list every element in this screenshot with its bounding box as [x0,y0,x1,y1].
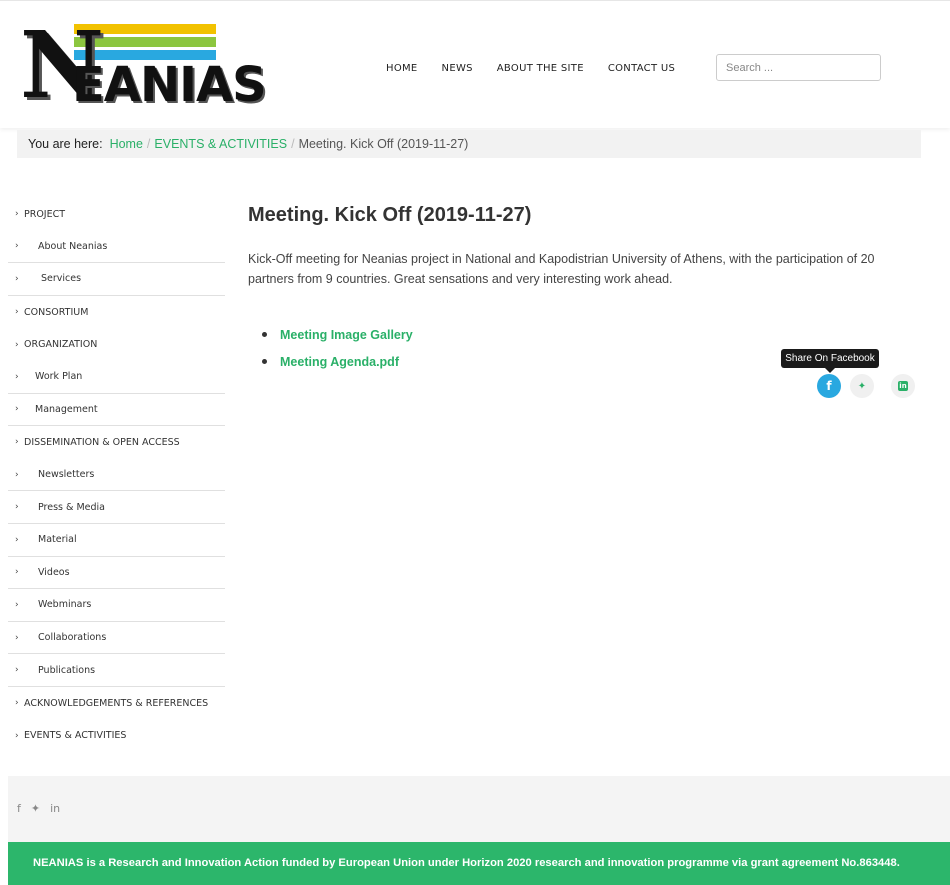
chevron-right-icon: › [15,534,19,545]
nav-news[interactable]: NEWS [442,63,473,74]
chevron-right-icon: › [15,698,19,709]
share-linkedin-button[interactable]: in [891,374,915,398]
chevron-right-icon: › [15,599,19,610]
facebook-icon[interactable]: f [17,802,21,815]
chevron-right-icon: › [15,469,19,480]
sidebar-item-videos[interactable]: › Videos [8,557,225,590]
nav-home[interactable]: HOME [386,63,418,74]
article-description: Kick-Off meeting for Neanias project in … [248,252,875,286]
breadcrumb: You are here: Home / EVENTS & ACTIVITIES / M… [17,130,921,158]
meeting-image-gallery-link[interactable]: Meeting Image Gallery [280,328,413,342]
linkedin-icon[interactable]: in [50,802,60,815]
chevron-right-icon: › [15,730,19,741]
linkedin-icon: in [898,381,908,391]
chevron-right-icon: › [15,502,19,513]
chevron-right-icon: › [15,209,19,220]
twitter-icon[interactable]: ✦ [31,802,40,815]
main-nav: HOME NEWS ABOUT THE SITE CONTACT US [386,63,675,74]
chevron-right-icon: › [15,437,19,448]
list-item: Meeting Image Gallery [262,321,918,348]
breadcrumb-section-link[interactable]: EVENTS & ACTIVITIES [154,137,287,151]
sidebar-menu: › PROJECT › About Neanias › Services › CONSO… [8,198,225,752]
sidebar-item-acknowledgements[interactable]: › ACKNOWLEDGEMENTS & REFERENCES [8,687,225,720]
footer-social-bar: f ✦ in [8,776,950,842]
sidebar-item-press-media[interactable]: › Press & Media [8,491,225,524]
share-twitter-button[interactable]: ✦ [850,374,874,398]
share-tooltip: Share On Facebook [781,349,879,373]
neanias-logo[interactable]: N EANIAS [20,19,267,115]
sidebar-item-services[interactable]: › Services [8,263,225,296]
breadcrumb-current: Meeting. Kick Off (2019-11-27) [298,137,469,151]
logo-wordmark: EANIAS [72,57,267,113]
chevron-right-icon: › [15,273,19,284]
sidebar-item-consortium[interactable]: › CONSORTIUM [8,296,225,329]
chevron-right-icon: › [15,339,19,350]
chevron-right-icon: › [15,307,19,318]
chevron-right-icon: › [15,241,19,252]
breadcrumb-home-link[interactable]: Home [110,137,143,151]
sidebar-item-webminars[interactable]: › Webminars [8,589,225,622]
chevron-right-icon: › [15,371,19,382]
bullet-icon [262,332,267,337]
facebook-icon: f [826,379,832,393]
sidebar-item-about-neanias[interactable]: › About Neanias [8,231,225,264]
twitter-icon: ✦ [857,380,867,392]
sidebar-item-project[interactable]: › PROJECT [8,198,225,231]
chevron-right-icon: › [15,404,19,415]
sidebar-item-collaborations[interactable]: › Collaborations [8,622,225,655]
breadcrumb-label: You are here: [28,137,103,151]
breadcrumb-separator: / [146,137,151,151]
sidebar-item-organization[interactable]: › ORGANIZATION [8,328,225,361]
sidebar-item-events-activities[interactable]: › EVENTS & ACTIVITIES [8,720,225,753]
footer-funding-notice: NEANIAS is a Research and Innovation Act… [8,842,950,885]
sidebar-item-management[interactable]: › Management [8,394,225,427]
page-title: Meeting. Kick Off (2019-11-27) [248,204,532,226]
chevron-right-icon: › [15,632,19,643]
nav-contact-us[interactable]: CONTACT US [608,63,675,74]
sidebar-item-material[interactable]: › Material [8,524,225,557]
meeting-agenda-link[interactable]: Meeting Agenda.pdf [280,355,399,369]
breadcrumb-separator: / [291,137,295,151]
search-input[interactable] [716,54,881,81]
site-header: N EANIAS HOME NEWS ABOUT THE SITE CONTAC… [0,0,950,128]
chevron-right-icon: › [15,567,19,578]
bullet-icon [262,359,267,364]
footer-social-icons: f ✦ in [17,802,60,815]
sidebar-item-work-plan[interactable]: › Work Plan [8,361,225,394]
sidebar-item-newsletters[interactable]: › Newsletters [8,459,225,492]
sidebar-item-dissemination[interactable]: › DISSEMINATION & OPEN ACCESS [8,426,225,459]
chevron-right-icon: › [15,665,19,676]
sidebar-item-publications[interactable]: › Publications [8,654,225,687]
nav-about-the-site[interactable]: ABOUT THE SITE [497,63,584,74]
share-facebook-button[interactable]: f [817,374,841,398]
